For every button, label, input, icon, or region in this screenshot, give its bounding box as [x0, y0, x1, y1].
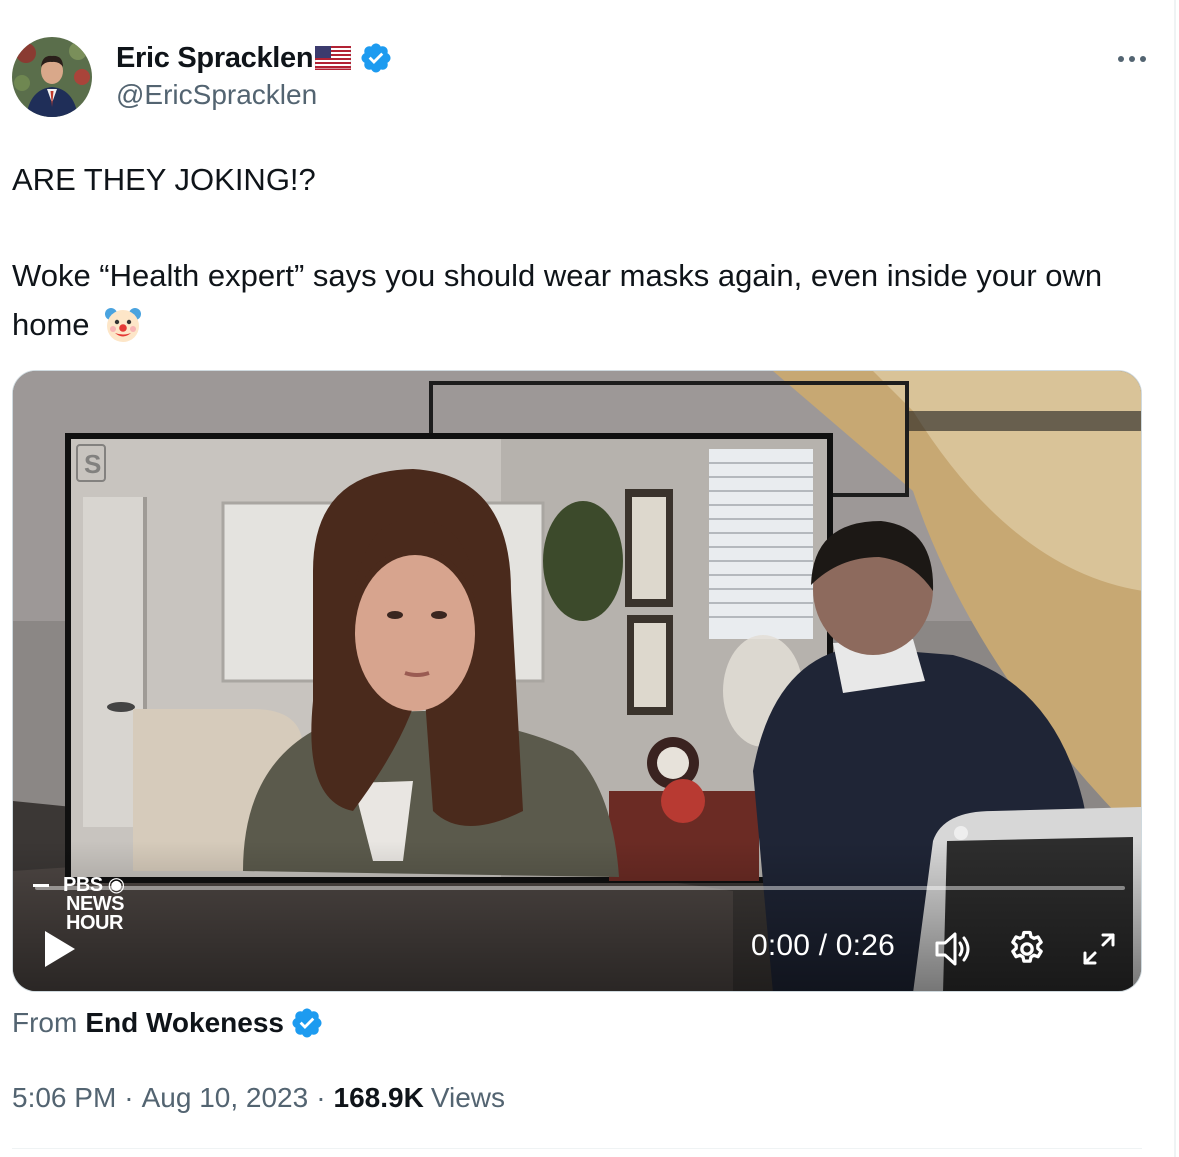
settings-button[interactable]	[1005, 927, 1049, 971]
set-monogram: S	[84, 449, 101, 479]
tweet-line-1: ARE THEY JOKING!?	[12, 162, 316, 197]
tweet-header: Eric Spracklen @EricSpracklen	[12, 37, 1152, 119]
divider	[12, 1148, 1142, 1149]
avatar[interactable]	[12, 37, 92, 117]
views-count[interactable]: 168.9K	[334, 1082, 424, 1114]
pbs-news-hour-watermark: PBS ◉ NEWS HOUR	[33, 875, 125, 933]
play-button[interactable]	[39, 927, 79, 971]
views-label: Views	[430, 1082, 506, 1113]
tweet-metadata: 5:06 PM · Aug 10, 2023 · 168.9K Views	[12, 1078, 505, 1118]
media-attribution: From End Wokeness	[12, 1003, 324, 1043]
video-progress-bar[interactable]	[35, 886, 1125, 890]
tweet-line-2: Woke “Health expert” says you should wea…	[12, 251, 1142, 349]
video-player[interactable]: S PBS ◉ NEWS HOUR 0:00 / 0:26	[12, 370, 1142, 992]
tweet-text: ARE THEY JOKING!? Woke “Health expert” s…	[12, 155, 1142, 349]
verified-badge-icon[interactable]	[359, 41, 393, 75]
separator: ·	[124, 1082, 134, 1113]
volume-button[interactable]	[931, 927, 975, 971]
author-handle[interactable]: @EricSpracklen	[116, 79, 393, 111]
author-display-name[interactable]: Eric Spracklen	[116, 42, 314, 75]
tweet-date[interactable]: Aug 10, 2023	[142, 1082, 309, 1114]
column-divider	[1174, 0, 1176, 1157]
verified-badge-icon[interactable]	[290, 1006, 324, 1040]
video-time: 0:00 / 0:26	[751, 929, 895, 962]
tweet-time[interactable]: 5:06 PM	[12, 1082, 116, 1114]
from-label: From	[12, 1007, 78, 1038]
fullscreen-icon	[1083, 933, 1115, 965]
volume-icon	[935, 932, 970, 966]
separator: ·	[316, 1082, 326, 1113]
tweet-line-2-text: Woke “Health expert” says you should wea…	[12, 258, 1103, 342]
more-horizontal-icon	[1118, 56, 1124, 62]
more-options-button[interactable]	[1112, 41, 1152, 77]
fullscreen-button[interactable]	[1077, 927, 1121, 971]
source-account-link[interactable]: End Wokeness	[85, 1007, 284, 1039]
gear-icon	[1011, 930, 1043, 963]
clown-emoji-icon	[102, 303, 144, 345]
us-flag-icon	[315, 45, 352, 71]
play-icon	[45, 931, 75, 967]
